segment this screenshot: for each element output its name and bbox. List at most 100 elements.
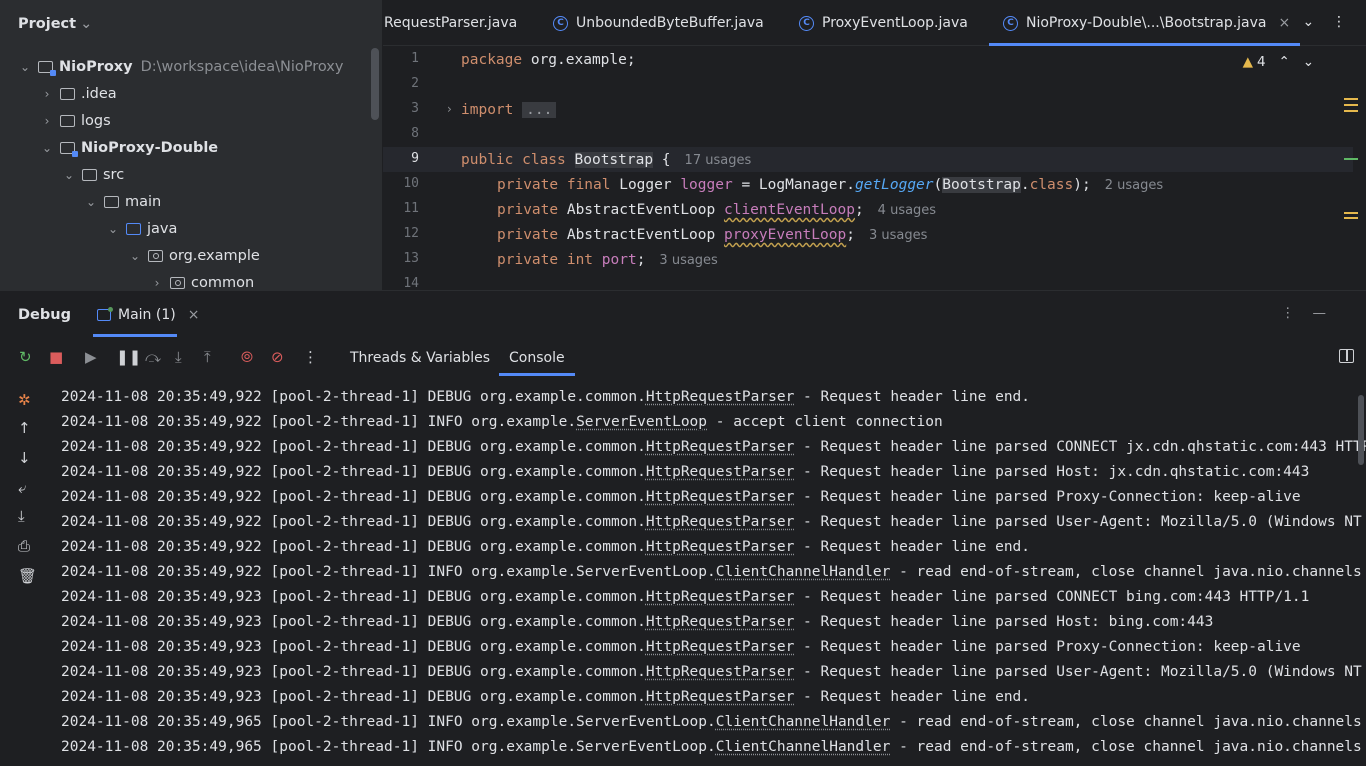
- log-class-link[interactable]: HttpRequestParser: [646, 589, 794, 605]
- tree-item-org-example[interactable]: ⌄ org.example: [128, 242, 260, 269]
- layout-settings-icon[interactable]: [1339, 349, 1354, 363]
- trash-icon[interactable]: 🗑: [18, 567, 37, 585]
- line-number: 10: [403, 176, 419, 191]
- log-class-link[interactable]: HttpRequestParser: [646, 639, 794, 655]
- tree-item-label: org.example: [169, 247, 260, 264]
- log-class-link[interactable]: HttpRequestParser: [646, 539, 794, 555]
- stop-icon[interactable]: ■: [49, 348, 63, 366]
- module-icon: [60, 141, 78, 157]
- scroll-to-end-icon[interactable]: ⤓: [18, 507, 25, 525]
- chevron-down-icon[interactable]: ⌄: [1303, 54, 1314, 70]
- chevron-right-icon[interactable]: ›: [150, 276, 164, 290]
- down-arrow-icon[interactable]: ↓: [18, 449, 31, 467]
- tree-item-idea[interactable]: › .idea: [40, 80, 117, 107]
- more-options-icon[interactable]: ⋮: [1281, 305, 1313, 321]
- resume-icon[interactable]: ▶: [85, 348, 97, 366]
- mute-breakpoints-icon[interactable]: ⊘: [271, 348, 284, 366]
- usages-hint[interactable]: 17 usages: [685, 153, 752, 168]
- log-line: 2024-11-08 20:35:49,965 [pool-2-thread-1…: [61, 735, 1362, 760]
- log-class-link[interactable]: HttpRequestParser: [646, 389, 794, 405]
- debug-bug-icon[interactable]: ✲: [18, 391, 31, 409]
- log-text: - Request header line parsed Host: bing.…: [794, 614, 1214, 630]
- warning-mark[interactable]: [1344, 110, 1358, 112]
- usages-hint[interactable]: 2 usages: [1105, 178, 1163, 193]
- log-class-link[interactable]: ClientChannelHandler: [716, 714, 891, 730]
- step-over-icon[interactable]: ⤼: [145, 348, 161, 366]
- tab-proxyeventloop[interactable]: C ProxyEventLoop.java: [799, 0, 968, 46]
- log-text: 2024-11-08 20:35:49,922 [pool-2-thread-1…: [61, 439, 646, 455]
- pause-icon[interactable]: ❚❚: [116, 348, 141, 366]
- log-class-link[interactable]: HttpRequestParser: [646, 664, 794, 680]
- change-mark[interactable]: [1344, 158, 1358, 160]
- step-into-icon[interactable]: ⤓: [175, 348, 182, 366]
- chevron-down-icon[interactable]: ⌄: [84, 195, 98, 209]
- log-class-link[interactable]: ServerEventLoop: [576, 414, 707, 430]
- up-arrow-icon[interactable]: ↑: [18, 419, 31, 437]
- tab-unboundedbytebuffer[interactable]: C UnboundedByteBuffer.java: [553, 0, 764, 46]
- rerun-icon[interactable]: ↻: [19, 348, 32, 366]
- chevron-down-icon[interactable]: ⌄: [128, 249, 142, 263]
- tab-tools: ⌄ ⋮: [1302, 14, 1346, 30]
- log-line: 2024-11-08 20:35:49,923 [pool-2-thread-1…: [61, 610, 1213, 635]
- project-scrollbar[interactable]: [371, 48, 379, 120]
- warning-mark[interactable]: [1344, 217, 1358, 219]
- warning-mark[interactable]: [1344, 98, 1358, 100]
- tab-console[interactable]: Console: [499, 350, 575, 376]
- source-folder-icon: [126, 222, 141, 235]
- log-text: 2024-11-08 20:35:49,922 [pool-2-thread-1…: [61, 564, 716, 580]
- step-out-icon[interactable]: ⤒: [204, 348, 211, 366]
- keyword: private: [497, 227, 567, 243]
- print-icon[interactable]: ⎙: [18, 537, 30, 555]
- inspection-widget[interactable]: ▲ 4 ⌃ ⌄: [1243, 54, 1314, 70]
- tree-item-nioproxy-double[interactable]: ⌄ NioProxy-Double: [40, 134, 218, 161]
- more-options-icon[interactable]: ⋮: [1332, 14, 1346, 30]
- view-breakpoints-icon[interactable]: ⦾: [241, 348, 253, 366]
- tree-item-label: logs: [81, 112, 111, 129]
- close-icon[interactable]: ×: [1279, 15, 1291, 31]
- usages-hint[interactable]: 4 usages: [878, 203, 936, 218]
- log-text: 2024-11-08 20:35:49,923 [pool-2-thread-1…: [61, 664, 646, 680]
- folded-imports[interactable]: ...: [522, 102, 557, 118]
- console-output[interactable]: 2024-11-08 20:35:49,922 [pool-2-thread-1…: [50, 377, 1366, 766]
- tree-item-java[interactable]: ⌄ java: [106, 215, 177, 242]
- log-class-link[interactable]: HttpRequestParser: [646, 489, 794, 505]
- tab-bootstrap[interactable]: C NioProxy-Double\...\Bootstrap.java ×: [988, 0, 1301, 46]
- chevron-down-icon[interactable]: ⌄: [18, 60, 32, 74]
- chevron-right-icon[interactable]: ›: [40, 114, 54, 128]
- log-line: 2024-11-08 20:35:49,923 [pool-2-thread-1…: [61, 585, 1309, 610]
- tree-item-main[interactable]: ⌄ main: [84, 188, 161, 215]
- chevron-up-icon[interactable]: ⌃: [1279, 54, 1290, 70]
- warning-mark[interactable]: [1344, 104, 1358, 106]
- tab-requestparser[interactable]: RequestParser.java: [384, 0, 517, 46]
- tab-threads-variables[interactable]: Threads & Variables: [350, 350, 490, 366]
- code-area[interactable]: package org.example; import ... public c…: [461, 48, 1163, 268]
- soft-wrap-icon[interactable]: ⤶: [18, 479, 26, 497]
- chevron-down-icon[interactable]: ⌄: [40, 141, 54, 155]
- log-class-link[interactable]: ClientChannelHandler: [716, 564, 891, 580]
- log-class-link[interactable]: HttpRequestParser: [646, 464, 794, 480]
- log-class-link[interactable]: HttpRequestParser: [646, 614, 794, 630]
- tab-debug-session[interactable]: Main (1) ×: [92, 307, 200, 337]
- chevron-down-icon[interactable]: ⌄: [1302, 14, 1314, 30]
- close-icon[interactable]: ×: [188, 307, 200, 323]
- tree-item-logs[interactable]: › logs: [40, 107, 111, 134]
- tree-item-src[interactable]: ⌄ src: [62, 161, 124, 188]
- log-class-link[interactable]: HttpRequestParser: [646, 439, 794, 455]
- minimize-icon[interactable]: —: [1313, 305, 1345, 321]
- project-view-selector[interactable]: Project ⌄: [18, 16, 92, 32]
- console-scrollbar[interactable]: [1356, 377, 1366, 766]
- fold-expand-icon[interactable]: ›: [447, 102, 452, 116]
- chevron-down-icon[interactable]: ⌄: [62, 168, 76, 182]
- log-class-link[interactable]: HttpRequestParser: [646, 514, 794, 530]
- warning-mark[interactable]: [1344, 212, 1358, 214]
- tree-item-nioproxy[interactable]: ⌄ NioProxy D:\workspace\idea\NioProxy: [18, 53, 343, 80]
- more-options-icon[interactable]: ⋮: [303, 348, 318, 366]
- chevron-down-icon[interactable]: ⌄: [106, 222, 120, 236]
- log-class-link[interactable]: ClientChannelHandler: [716, 739, 891, 755]
- log-text: 2024-11-08 20:35:49,965 [pool-2-thread-1…: [61, 714, 716, 730]
- usages-hint[interactable]: 3 usages: [869, 228, 927, 243]
- chevron-right-icon[interactable]: ›: [40, 87, 54, 101]
- usages-hint[interactable]: 3 usages: [659, 253, 717, 268]
- log-class-link[interactable]: HttpRequestParser: [646, 689, 794, 705]
- log-text: - Request header line end.: [794, 689, 1031, 705]
